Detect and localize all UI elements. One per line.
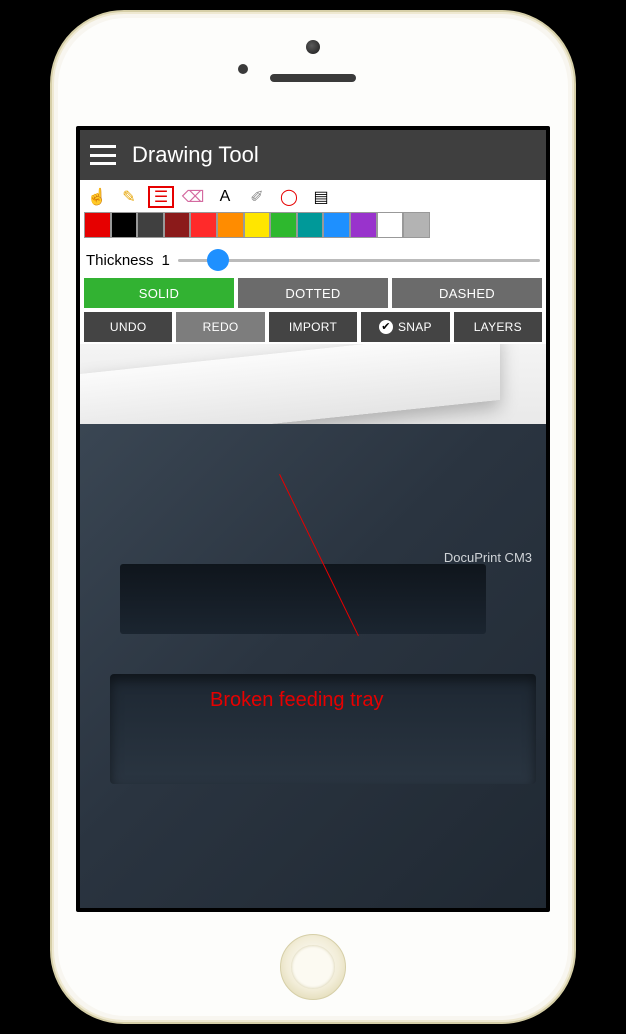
snap-button[interactable]: ✔ SNAP <box>361 312 449 342</box>
printer-model-label: DocuPrint CM3 <box>444 550 532 565</box>
color-swatch-6[interactable] <box>244 212 271 238</box>
color-swatch-10[interactable] <box>350 212 377 238</box>
menu-icon[interactable] <box>90 145 116 165</box>
line-style-row: SOLID DOTTED DASHED <box>80 276 546 310</box>
front-camera-icon <box>306 40 320 54</box>
pencil-tool[interactable]: ✎ <box>116 186 142 208</box>
stamp-tool[interactable]: ▤ <box>308 186 334 208</box>
annotation-text[interactable]: Broken feeding tray <box>210 689 383 712</box>
color-palette <box>80 210 546 244</box>
undo-button[interactable]: UNDO <box>84 312 172 342</box>
color-swatch-3[interactable] <box>164 212 191 238</box>
thickness-label: Thickness <box>86 252 154 269</box>
import-button[interactable]: IMPORT <box>269 312 357 342</box>
phone-frame: Drawing Tool ☝ ✎ ☰ ⌫ A ✐ ◯ ▤ Thickness 1 SOLID … <box>50 10 576 1024</box>
layers-button[interactable]: LAYERS <box>454 312 542 342</box>
style-dotted-button[interactable]: DOTTED <box>238 278 388 308</box>
pointer-tool[interactable]: ☝ <box>84 186 110 208</box>
speaker-icon <box>270 74 356 82</box>
shape-tool[interactable]: ☰ <box>148 186 174 208</box>
thickness-slider[interactable] <box>178 248 540 272</box>
snap-label: SNAP <box>398 320 432 334</box>
eraser-tool[interactable]: ⌫ <box>180 186 206 208</box>
circle-tool[interactable]: ◯ <box>276 186 302 208</box>
tool-row: ☝ ✎ ☰ ⌫ A ✐ ◯ ▤ <box>80 180 546 210</box>
slider-track <box>178 259 540 262</box>
color-swatch-7[interactable] <box>270 212 297 238</box>
color-swatch-9[interactable] <box>323 212 350 238</box>
thickness-row: Thickness 1 <box>80 244 546 276</box>
photo-printer-body <box>80 424 546 908</box>
photo-printer-slot <box>120 564 486 634</box>
redo-button[interactable]: REDO <box>176 312 264 342</box>
text-tool[interactable]: A <box>212 186 238 208</box>
app-screen: Drawing Tool ☝ ✎ ☰ ⌫ A ✐ ◯ ▤ Thickness 1 SOLID … <box>76 126 550 912</box>
drawing-canvas[interactable]: DocuPrint CM3 Broken feeding tray <box>80 344 546 908</box>
app-header: Drawing Tool <box>80 130 546 180</box>
color-swatch-11[interactable] <box>377 212 404 238</box>
home-button[interactable] <box>280 934 346 1000</box>
color-swatch-12[interactable] <box>403 212 430 238</box>
color-swatch-4[interactable] <box>190 212 217 238</box>
check-icon: ✔ <box>379 320 393 334</box>
slider-thumb-icon[interactable] <box>207 249 229 271</box>
app-title: Drawing Tool <box>132 142 259 168</box>
color-swatch-0[interactable] <box>84 212 111 238</box>
sensor-icon <box>238 64 248 74</box>
color-swatch-2[interactable] <box>137 212 164 238</box>
color-swatch-1[interactable] <box>111 212 138 238</box>
color-swatch-5[interactable] <box>217 212 244 238</box>
thickness-value: 1 <box>162 252 170 269</box>
color-swatch-8[interactable] <box>297 212 324 238</box>
style-solid-button[interactable]: SOLID <box>84 278 234 308</box>
action-row: UNDO REDO IMPORT ✔ SNAP LAYERS <box>80 310 546 344</box>
style-dashed-button[interactable]: DASHED <box>392 278 542 308</box>
brush-tool[interactable]: ✐ <box>244 186 270 208</box>
